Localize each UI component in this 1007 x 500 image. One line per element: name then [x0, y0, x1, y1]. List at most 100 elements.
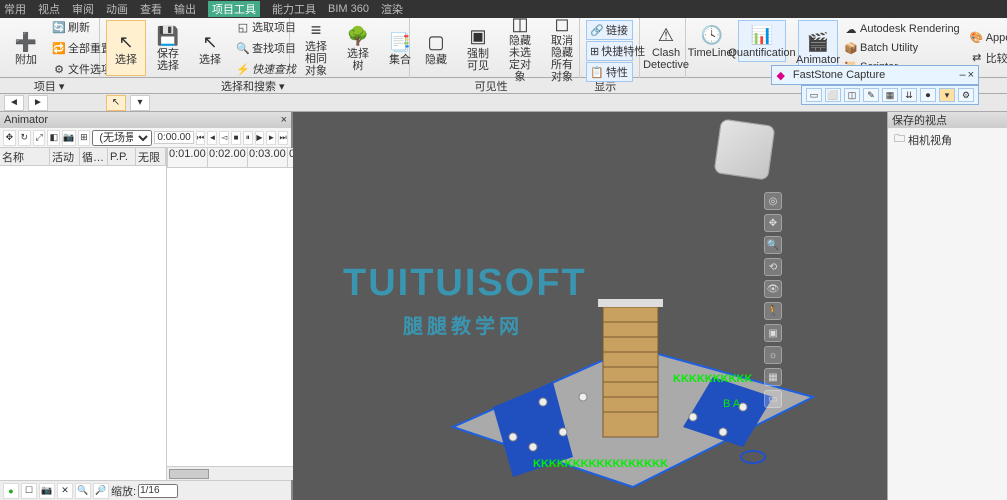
select-same-button[interactable]: ≡选择相同对象	[296, 20, 336, 76]
link-icon: 🔗	[590, 23, 604, 37]
svg-text:B A: B A	[723, 398, 741, 410]
rewind-icon[interactable]: ⏮	[196, 131, 206, 145]
col-loop[interactable]: 循…	[80, 148, 108, 165]
scale-icon[interactable]: ⤢	[33, 130, 46, 146]
properties-button[interactable]: 📋特性	[586, 62, 633, 82]
pause-icon[interactable]: ⏸	[243, 131, 253, 145]
animator-tree: 名称 活动 循… P.P. 无限	[0, 148, 167, 480]
tree-body[interactable]	[0, 166, 166, 480]
wheel-icon[interactable]: ◎	[764, 192, 782, 210]
add-icon[interactable]: ●	[3, 483, 19, 499]
camera-persp-icon[interactable]: ▣	[764, 324, 782, 342]
hide-unselected-button[interactable]: ◫隐藏未选定对象	[500, 20, 540, 76]
pan-icon[interactable]: ✥	[764, 214, 782, 232]
snap-icon[interactable]: ⊞	[78, 130, 91, 146]
close-icon[interactable]: ×	[968, 69, 974, 81]
col-active[interactable]: 活动	[50, 148, 80, 165]
menu-item[interactable]: 输出	[174, 1, 196, 17]
menu-item[interactable]: 常用	[4, 1, 26, 17]
capture-dest-icon[interactable]: ▾	[939, 88, 955, 102]
timeliner-button[interactable]: 🕓TimeLiner	[692, 20, 732, 62]
capture-region-icon[interactable]: ◫	[844, 88, 860, 102]
col-infinite[interactable]: 无限	[136, 148, 166, 165]
viewpoint-label: 相机视角	[908, 132, 952, 148]
menu-item[interactable]: 动画	[106, 1, 128, 17]
lighting-icon[interactable]: ☼	[764, 346, 782, 364]
render-icon[interactable]: ▦	[764, 368, 782, 386]
background-icon[interactable]: ▭	[764, 390, 782, 408]
menu-item[interactable]: 能力工具	[272, 1, 316, 17]
append-button[interactable]: ➕附加	[6, 20, 46, 76]
select-cursor-button[interactable]: ↖	[106, 95, 126, 111]
ffwd-icon[interactable]: ⏭	[278, 131, 288, 145]
faststone-toolbar[interactable]: ◆ FastStone Capture –×	[771, 65, 979, 85]
viewcube[interactable]	[713, 118, 775, 180]
rotate-icon[interactable]: ↻	[18, 130, 31, 146]
menu-item[interactable]: 视点	[38, 1, 60, 17]
color-icon[interactable]: ◧	[47, 130, 60, 146]
col-name[interactable]: 名称	[0, 148, 50, 165]
camera-icon[interactable]: 📷	[62, 130, 75, 146]
stepfwd-icon[interactable]: ►	[266, 131, 276, 145]
require-button[interactable]: ▣强制可见	[458, 20, 498, 76]
capture-screen-icon[interactable]: ⬜	[825, 88, 841, 102]
capture-fixed-icon[interactable]: ▦	[882, 88, 898, 102]
walk-icon[interactable]: 🚶	[764, 302, 782, 320]
faststone-title: FastStone Capture	[793, 69, 885, 81]
animator-titlebar[interactable]: Animator ×	[0, 112, 291, 128]
hide-button[interactable]: ▢隐藏	[416, 20, 456, 76]
capture-window-icon[interactable]: ▭	[806, 88, 822, 102]
stop-icon[interactable]: ■	[231, 131, 241, 145]
delete-icon[interactable]: ✕	[57, 483, 73, 499]
add-camera-icon[interactable]: 📷	[39, 483, 55, 499]
viewport-3d[interactable]: TUITUISOFT 腿腿教学网 KKKKKKKKKKKKKKKKK KKKKK…	[293, 112, 887, 500]
capture-video-icon[interactable]: ⏺	[920, 88, 936, 102]
stepback-icon[interactable]: ◄	[207, 131, 217, 145]
add-scene-icon[interactable]: ☐	[21, 483, 37, 499]
playrev-icon[interactable]: ◅	[219, 131, 229, 145]
rendering-button[interactable]: ☁Autodesk Rendering	[840, 20, 964, 38]
nav-back-button[interactable]: ◄	[4, 95, 24, 111]
cube-icon: ▢	[424, 30, 448, 54]
move-icon[interactable]: ✥	[3, 130, 16, 146]
h-scrollbar[interactable]	[169, 469, 209, 479]
look-icon[interactable]: 👁	[764, 280, 782, 298]
select-tree-button[interactable]: 🌳选择树	[338, 20, 378, 76]
zoom-out-icon[interactable]: 🔎	[93, 483, 109, 499]
capture-scroll-icon[interactable]: ⇊	[901, 88, 917, 102]
quantification-button[interactable]: 📊Quantification	[738, 20, 786, 62]
menu-item[interactable]: BIM 360	[328, 3, 369, 15]
batch-button[interactable]: 📦Batch Utility	[840, 39, 964, 57]
zoom-input[interactable]	[138, 484, 178, 498]
menu-item[interactable]: 审阅	[72, 1, 94, 17]
unhide-all-button[interactable]: ◻取消隐藏所有对象	[542, 20, 582, 76]
zoom-icon[interactable]: 🔍	[764, 236, 782, 254]
faststone-icon: ◆	[776, 69, 784, 82]
nav-fwd-button[interactable]: ►	[28, 95, 48, 111]
select-button[interactable]: ↖选择	[106, 20, 146, 76]
capture-settings-icon[interactable]: ⚙	[958, 88, 974, 102]
quick-props-button[interactable]: ⊞快捷特性	[586, 41, 633, 61]
orbit-icon[interactable]: ⟲	[764, 258, 782, 276]
capture-freehand-icon[interactable]: ✎	[863, 88, 879, 102]
col-pp[interactable]: P.P.	[108, 148, 136, 165]
elephant-logo-icon	[293, 202, 323, 342]
faststone-buttons: ▭ ⬜ ◫ ✎ ▦ ⇊ ⏺ ▾ ⚙	[801, 85, 979, 105]
zoom-in-icon[interactable]: 🔍	[75, 483, 91, 499]
minimize-icon[interactable]: –	[959, 69, 965, 81]
menu-item[interactable]: 查看	[140, 1, 162, 17]
menu-item[interactable]: 项目工具	[208, 1, 260, 17]
appearance-button[interactable]: 🎨Appearance Profiler	[966, 29, 1007, 47]
saved-viewpoints-title[interactable]: 保存的视点	[888, 112, 1007, 128]
viewpoint-item[interactable]: 🗀 相机视角	[888, 128, 1007, 151]
links-button[interactable]: 🔗链接	[586, 20, 633, 40]
save-selection-button[interactable]: 💾保存选择	[148, 20, 188, 76]
close-icon[interactable]: ×	[281, 114, 287, 126]
scene-select[interactable]: (无场景)	[92, 130, 152, 146]
menu-item[interactable]: 渲染	[381, 1, 403, 17]
clash-button[interactable]: ⚠Clash Detective	[646, 20, 686, 74]
navigation-bar: ◎ ✥ 🔍 ⟲ 👁 🚶 ▣ ☼ ▦ ▭	[764, 192, 782, 408]
dropdown-button[interactable]: ▾	[130, 95, 150, 111]
play-icon[interactable]: ▶	[255, 131, 265, 145]
select-tool-button[interactable]: ↖选择	[190, 20, 230, 76]
